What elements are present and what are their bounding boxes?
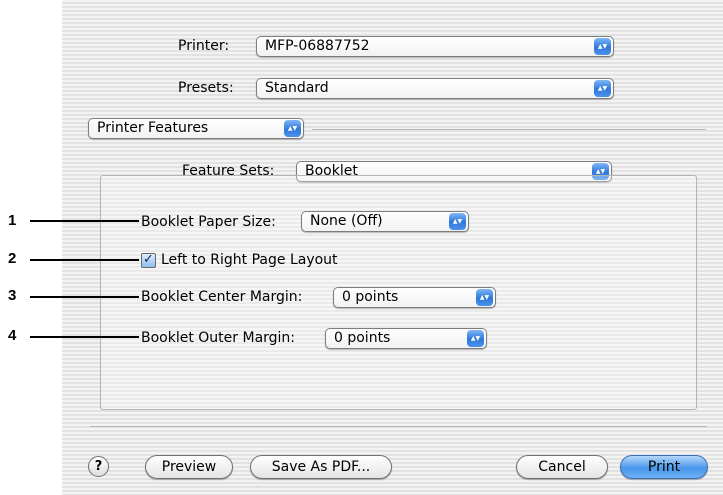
layout-checkbox[interactable]: ✓ xyxy=(141,253,156,268)
center-margin-popup[interactable]: 0 points ▲▼ xyxy=(333,287,496,308)
center-margin-value: 0 points xyxy=(342,289,399,305)
callout-number: 4 xyxy=(8,327,17,344)
cancel-button[interactable]: Cancel xyxy=(516,455,608,479)
callout-number: 2 xyxy=(8,250,17,267)
popup-arrows-icon: ▲▼ xyxy=(284,120,301,137)
pane-separator xyxy=(312,129,706,130)
popup-arrows-icon: ▲▼ xyxy=(594,80,611,97)
printer-value: MFP-06887752 xyxy=(265,38,370,54)
outer-margin-label: Booklet Outer Margin: xyxy=(141,330,296,346)
printer-popup[interactable]: MFP-06887752 ▲▼ xyxy=(256,36,614,57)
pane-popup[interactable]: Printer Features ▲▼ xyxy=(88,118,304,139)
printer-label: Printer: xyxy=(178,38,230,54)
preview-button[interactable]: Preview xyxy=(145,455,233,479)
callout-line xyxy=(30,220,139,222)
callout-line xyxy=(30,296,139,298)
presets-label: Presets: xyxy=(178,80,234,96)
popup-arrows-icon: ▲▼ xyxy=(467,330,484,347)
pane-value: Printer Features xyxy=(97,120,209,136)
layout-checkbox-label: Left to Right Page Layout xyxy=(161,252,338,268)
presets-value: Standard xyxy=(265,80,329,96)
popup-arrows-icon: ▲▼ xyxy=(594,38,611,55)
presets-popup[interactable]: Standard ▲▼ xyxy=(256,78,614,99)
save-as-pdf-button[interactable]: Save As PDF... xyxy=(250,455,392,479)
bottom-separator xyxy=(90,426,707,427)
paper-size-popup[interactable]: None (Off) ▲▼ xyxy=(301,211,469,232)
callout-number: 1 xyxy=(8,212,17,229)
paper-size-label: Booklet Paper Size: xyxy=(141,214,276,230)
callout-number: 3 xyxy=(8,287,17,304)
print-button[interactable]: Print xyxy=(620,455,708,479)
popup-arrows-icon: ▲▼ xyxy=(449,213,466,230)
outer-margin-popup[interactable]: 0 points ▲▼ xyxy=(325,328,487,349)
center-margin-label: Booklet Center Margin: xyxy=(141,289,303,305)
paper-size-value: None (Off) xyxy=(310,213,383,229)
callout-line xyxy=(30,336,139,338)
callout-line xyxy=(30,259,139,261)
outer-margin-value: 0 points xyxy=(334,330,391,346)
help-button[interactable]: ? xyxy=(88,456,109,477)
popup-arrows-icon: ▲▼ xyxy=(476,289,493,306)
